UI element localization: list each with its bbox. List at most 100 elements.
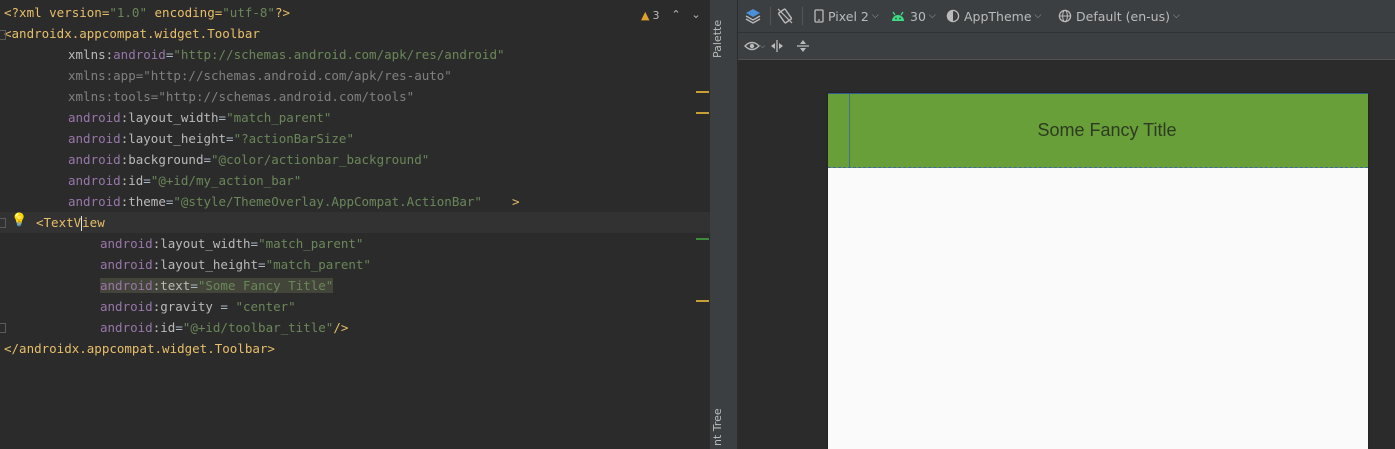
code-line-4[interactable]: xmlns:app="http://schemas.android.com/ap… [68, 65, 452, 86]
current-line-highlight [0, 212, 710, 233]
code-line-2[interactable]: <androidx.appcompat.widget.Toolbar [4, 23, 260, 44]
code-line-17[interactable]: </androidx.appcompat.widget.Toolbar> [4, 338, 275, 359]
attr-name: :layout_height [152, 257, 259, 272]
change-stripe-marker[interactable] [696, 238, 709, 240]
warning-indicator[interactable]: ▲ 3 [641, 6, 659, 24]
attr-equals: = [258, 257, 266, 272]
code-line-9[interactable]: android:id="@+id/my_action_bar" [68, 170, 301, 191]
chevron-up-icon[interactable]: ⌃ [668, 6, 684, 24]
api-level: 30 [910, 8, 926, 24]
device-preview-screen[interactable]: Some Fancy Title [828, 93, 1368, 449]
locale-name: Default (en-us) [1076, 8, 1170, 24]
attr-equals: = [250, 236, 259, 251]
globe-icon [1058, 9, 1072, 23]
code-line-12[interactable]: android:layout_width="match_parent" [100, 233, 363, 254]
chevron-down-icon[interactable]: ⌄ [688, 6, 704, 24]
code-line-16[interactable]: android:id="@+id/toolbar_title"/> [100, 317, 348, 338]
warning-stripe-marker[interactable] [696, 300, 709, 302]
xml-code-editor[interactable]: <?xml version="1.0" encoding="utf-8"?> <… [0, 0, 710, 449]
attr-value: "http://schemas.android.com/tools" [158, 89, 415, 104]
horizontal-expand-icon [771, 40, 783, 52]
theme-selector[interactable]: AppTheme ⌵ [946, 0, 1041, 32]
toolbar-separator [770, 7, 771, 25]
attr-namespace: xmlns: [68, 68, 114, 83]
fold-marker[interactable] [0, 323, 6, 333]
usage-highlight: android:text="Some Fancy Title" [100, 278, 334, 293]
code-line-14[interactable]: android:text="Some Fancy Title" [100, 275, 334, 296]
textview-tag-part-2: iew [82, 215, 105, 230]
palette-tab-label: Palette [711, 19, 724, 59]
fold-marker[interactable] [0, 30, 6, 40]
orientation-button[interactable] [776, 0, 794, 32]
attr-namespace: android [100, 320, 153, 335]
code-line-5[interactable]: xmlns:tools="http://schemas.android.com/… [68, 86, 414, 107]
xml-encoding-value: "utf-8" [222, 5, 275, 20]
attr-name: app [113, 68, 136, 83]
attr-name: :layout_height [120, 131, 227, 146]
preview-toolbar[interactable]: Some Fancy Title [828, 93, 1368, 168]
attr-namespace: android [100, 299, 153, 314]
attr-namespace: xmlns: [68, 47, 114, 62]
attr-value: "@+id/my_action_bar" [150, 173, 302, 188]
attr-value: "match_parent" [226, 110, 332, 125]
attr-equals: = [175, 320, 183, 335]
vertical-guides-button[interactable] [770, 33, 784, 59]
preview-title-textview[interactable]: Some Fancy Title [828, 94, 1386, 167]
component-tree-tab-label: nt Tree [711, 408, 724, 446]
locale-selector[interactable]: Default (en-us) ⌵ [1058, 0, 1180, 32]
design-sub-toolbar: ⌵ [738, 33, 1395, 60]
attr-name: android [113, 47, 166, 62]
chevron-down-icon: ⌵ [928, 11, 936, 21]
design-canvas[interactable]: Some Fancy Title [738, 60, 1395, 449]
component-tree-tab[interactable]: nt Tree [711, 405, 737, 449]
theme-icon [946, 9, 960, 23]
eye-icon [744, 41, 760, 51]
code-line-7[interactable]: android:layout_height="?actionBarSize" [68, 128, 354, 149]
xml-encoding-label: encoding= [147, 5, 223, 20]
horizontal-guides-button[interactable] [796, 33, 810, 59]
attr-equals: = [143, 173, 151, 188]
chevron-down-icon: ⌵ [760, 41, 766, 50]
attr-name: :theme [120, 194, 166, 209]
attr-equals: = [203, 152, 212, 167]
attr-namespace: android [100, 278, 153, 293]
code-line-3[interactable]: xmlns:android="http://schemas.android.co… [68, 44, 505, 65]
device-selector[interactable]: Pixel 2 ⌵ [814, 0, 879, 32]
attr-namespace: android [68, 152, 121, 167]
code-line-13[interactable]: android:layout_height="match_parent" [100, 254, 371, 275]
api-level-selector[interactable]: 30 ⌵ [890, 0, 936, 32]
attr-name: :layout_width [152, 236, 251, 251]
attr-namespace: android [100, 257, 153, 272]
attr-value: "match_parent" [265, 257, 371, 272]
layers-button[interactable] [744, 0, 762, 32]
attr-value: "match_parent" [258, 236, 364, 251]
attr-namespace: xmlns: [68, 89, 114, 104]
code-line-6[interactable]: android:layout_width="match_parent" [68, 107, 331, 128]
code-line-8[interactable]: android:background="@color/actionbar_bac… [68, 149, 429, 170]
xml-prolog-start: <?xml version= [4, 5, 110, 20]
attr-equals: = [218, 110, 227, 125]
attr-namespace: android [68, 173, 121, 188]
tag-close-bracket: > [481, 194, 520, 209]
attr-value: "@+id/toolbar_title" [182, 320, 334, 335]
code-line-11[interactable]: <TextView [36, 212, 105, 233]
xml-version-value: "1.0" [109, 5, 147, 20]
layout-design-panel: Pixel 2 ⌵ 30 ⌵ AppTheme ⌵ Default (en-us) ⌵ … [738, 0, 1395, 449]
palette-tab[interactable]: Palette [711, 10, 737, 68]
android-icon [892, 11, 904, 21]
preview-title-text: Some Fancy Title [1037, 120, 1177, 140]
code-line-15[interactable]: android:gravity = "center" [100, 296, 296, 317]
vertical-expand-icon [797, 40, 809, 52]
code-line-1[interactable]: <?xml version="1.0" encoding="utf-8"?> [4, 2, 290, 23]
lightbulb-icon[interactable]: 💡 [11, 213, 27, 229]
textview-tag-part-1: <TextV [36, 215, 82, 230]
tag-self-close: /> [333, 320, 349, 335]
toolbar-close-tag: </androidx.appcompat.widget.Toolbar> [4, 341, 275, 356]
rotate-device-icon [777, 8, 793, 24]
view-options-button[interactable]: ⌵ [744, 33, 765, 59]
fold-marker[interactable] [0, 218, 6, 228]
warning-stripe-marker[interactable] [696, 112, 709, 114]
warning-stripe-marker[interactable] [696, 91, 709, 93]
chevron-down-icon: ⌵ [871, 11, 879, 21]
code-line-10[interactable]: android:theme="@style/ThemeOverlay.AppCo… [68, 191, 520, 212]
